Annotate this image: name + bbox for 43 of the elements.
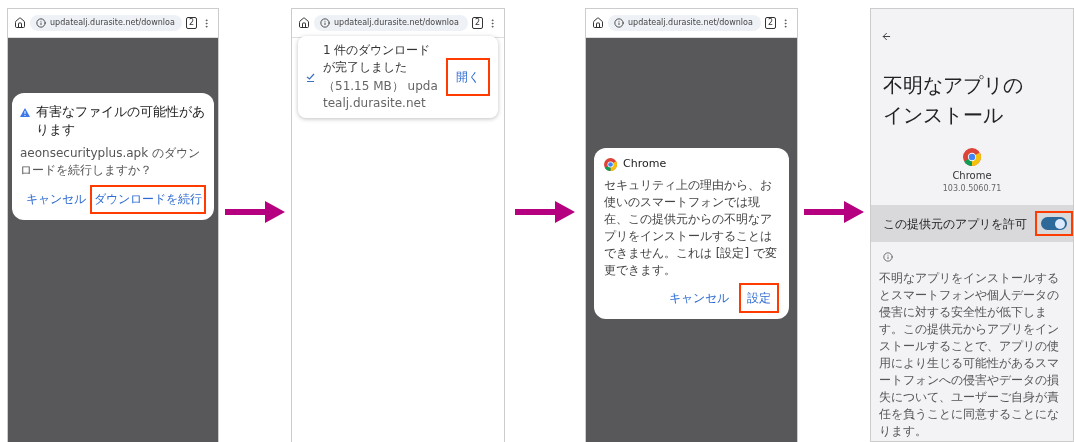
home-icon[interactable] [298, 17, 310, 29]
home-icon[interactable] [592, 17, 604, 29]
dialog-button[interactable]: ダウンロードを続行 [90, 185, 206, 214]
info-icon [320, 18, 330, 28]
dialog-message: セキュリティ上の理由から、お使いのスマートフォンでは現在、この提供元からの不明なアプリをインストールすることはできません。これは [設定] で変更できます。 [604, 176, 778, 279]
download-done-icon [306, 72, 315, 82]
toggle-switch[interactable] [1035, 211, 1073, 236]
download-message: 1 件のダウンロードが完了しました [323, 42, 432, 76]
setting-row[interactable]: この提供元のアプリを許可 [871, 205, 1073, 242]
right-arrow-icon [225, 201, 285, 223]
home-icon[interactable] [14, 17, 26, 29]
app-name: Chrome [952, 169, 992, 183]
address-bar[interactable]: updatealj.durasite.net/downloa [608, 15, 761, 31]
page-title: 不明なアプリの [883, 72, 1024, 99]
back-icon[interactable] [881, 31, 892, 42]
app-version: 103.0.5060.71 [942, 183, 1002, 195]
url-text: updatealj.durasite.net/downloa [334, 18, 459, 28]
dialog-button[interactable]: キャンセル [22, 185, 90, 214]
dialog-button[interactable]: キャンセル [661, 282, 737, 313]
dialog-app-name: Chrome [623, 156, 667, 172]
right-arrow-icon [804, 201, 864, 223]
info-icon [36, 18, 46, 28]
warning-note: 不明なアプリをインストールするとスマートフォンや個人データの侵害に対する安全性が低下します。この提供元からアプリをインストールすることで、アプリの使用により生じる可能性があるスマートフォンへの侵害やデータの損失について、ユーザーご自身が責任を負うことに同意することになります。 [879, 270, 1060, 440]
dialog-title: 有害なファイルの可能性があります [36, 103, 206, 139]
url-text: updatealj.durasite.net/downloa [50, 18, 175, 28]
tab-count-button[interactable]: 2 [185, 17, 197, 29]
info-icon [883, 252, 893, 262]
url-text: updatealj.durasite.net/downloa [628, 18, 753, 28]
page-title: インストール [883, 102, 1004, 129]
warning-icon [20, 108, 30, 117]
address-bar[interactable]: updatealj.durasite.net/downloa [314, 15, 468, 31]
chrome-logo-icon [963, 148, 981, 166]
open-button[interactable]: 開く [446, 58, 490, 96]
chrome-logo-icon [604, 157, 617, 171]
address-bar[interactable]: updatealj.durasite.net/downloa [30, 15, 182, 31]
setting-label: この提供元のアプリを許可 [883, 215, 1027, 233]
info-icon [614, 18, 624, 28]
dialog-message: aeonsecurityplus.apk のダウンロードを続行しますか？ [20, 145, 201, 179]
tab-count-button[interactable]: 2 [764, 17, 776, 29]
dialog-button[interactable]: 設定 [739, 282, 779, 313]
right-arrow-icon [515, 201, 575, 223]
download-detail: （51.15 MB） updatealj.durasite.net [323, 78, 438, 112]
tab-count-button[interactable]: 2 [471, 17, 483, 29]
